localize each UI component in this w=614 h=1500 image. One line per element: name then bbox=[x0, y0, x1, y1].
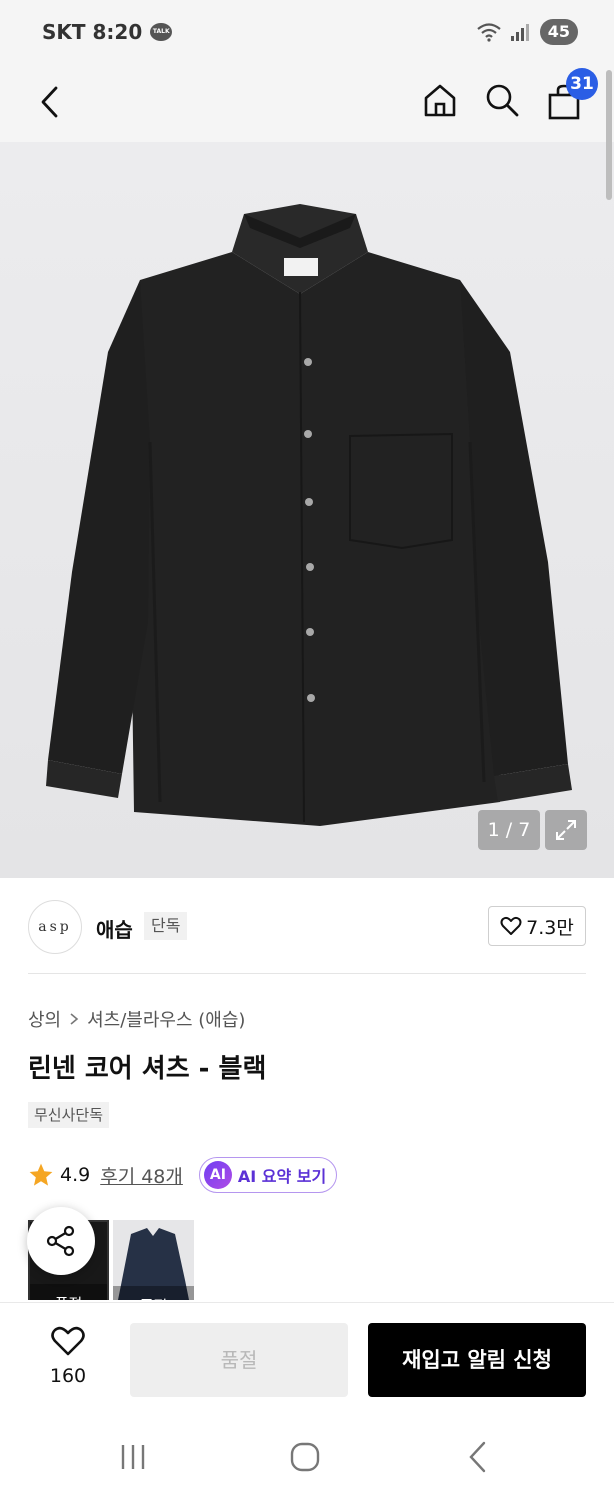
expand-icon bbox=[556, 820, 576, 840]
carrier-time: SKT 8:20 bbox=[42, 20, 143, 44]
search-button[interactable] bbox=[482, 80, 522, 120]
star-icon bbox=[29, 1163, 53, 1186]
wishlist-button[interactable]: 160 bbox=[40, 1325, 96, 1387]
share-icon bbox=[46, 1225, 75, 1257]
app-header: 31 bbox=[0, 64, 614, 142]
kakaotalk-icon: TALK bbox=[150, 23, 173, 41]
scrollbar[interactable] bbox=[606, 70, 612, 200]
rating-row: 4.9 후기 48개 AI AI 요약 보기 bbox=[28, 1157, 338, 1193]
ai-icon: AI bbox=[203, 1161, 232, 1189]
expand-button[interactable] bbox=[545, 810, 587, 850]
status-left: SKT 8:20 TALK bbox=[42, 20, 173, 44]
home-button[interactable] bbox=[420, 80, 460, 120]
review-link[interactable]: 후기 48개 bbox=[100, 1162, 183, 1189]
cart-count-badge: 31 bbox=[566, 68, 598, 100]
image-counter: 1 / 7 bbox=[478, 810, 540, 850]
home-nav-icon bbox=[290, 1442, 320, 1472]
status-right: 45 bbox=[476, 19, 578, 45]
shirt-image bbox=[0, 142, 614, 878]
breadcrumb-subcategory[interactable]: 셔츠/블라우스 (애습) bbox=[87, 1006, 245, 1032]
cart-button[interactable]: 31 bbox=[544, 68, 598, 122]
brand-logo[interactable]: asp bbox=[28, 900, 82, 954]
back-nav-icon bbox=[469, 1441, 486, 1473]
recent-apps-button[interactable] bbox=[112, 1440, 154, 1474]
brand-like-count: 7.3만 bbox=[526, 916, 574, 939]
back-nav-button[interactable] bbox=[458, 1438, 498, 1476]
battery-indicator: 45 bbox=[539, 19, 578, 45]
exclusive-badge: 단독 bbox=[144, 912, 188, 940]
brand-row: asp 애습 단독 7.3만 bbox=[0, 878, 614, 978]
ai-summary-button[interactable]: AI AI 요약 보기 bbox=[198, 1157, 338, 1193]
soldout-label: 품절 bbox=[30, 1284, 107, 1300]
back-button[interactable] bbox=[30, 82, 70, 122]
product-title: 린넨 코어 셔츠 - 블랙 bbox=[28, 1054, 267, 1084]
home-icon bbox=[424, 84, 456, 117]
soldout-label: 품절 bbox=[113, 1286, 194, 1300]
search-icon bbox=[486, 84, 519, 117]
rating-value: 4.9 bbox=[60, 1164, 91, 1186]
heart-icon bbox=[51, 1326, 85, 1356]
chevron-right-icon bbox=[70, 1013, 79, 1025]
brand-like-button[interactable]: 7.3만 bbox=[488, 906, 586, 946]
action-bar: 160 품절 재입고 알림 신청 bbox=[0, 1302, 614, 1412]
breadcrumb-category[interactable]: 상의 bbox=[28, 1006, 61, 1032]
share-button[interactable] bbox=[27, 1207, 95, 1275]
divider bbox=[28, 973, 586, 974]
brand-name[interactable]: 애습 bbox=[96, 914, 133, 943]
color-option-navy[interactable]: 품절 bbox=[113, 1220, 194, 1300]
musinsa-exclusive-badge: 무신사단독 bbox=[28, 1102, 110, 1128]
product-image[interactable] bbox=[0, 142, 614, 878]
wifi-icon bbox=[477, 23, 501, 42]
heart-icon bbox=[500, 916, 522, 935]
ai-summary-label: AI 요약 보기 bbox=[237, 1167, 327, 1186]
recent-apps-icon bbox=[121, 1445, 145, 1469]
chevron-left-icon bbox=[41, 86, 58, 118]
signal-icon bbox=[510, 24, 529, 41]
restock-alert-button[interactable]: 재입고 알림 신청 bbox=[368, 1323, 586, 1397]
home-nav-button[interactable] bbox=[284, 1438, 326, 1476]
system-nav-bar bbox=[0, 1412, 614, 1500]
status-bar: SKT 8:20 TALK 45 bbox=[0, 0, 614, 64]
breadcrumb: 상의 셔츠/블라우스 (애습) bbox=[28, 1006, 245, 1032]
wishlist-count: 160 bbox=[49, 1365, 87, 1387]
soldout-button[interactable]: 품절 bbox=[130, 1323, 348, 1397]
